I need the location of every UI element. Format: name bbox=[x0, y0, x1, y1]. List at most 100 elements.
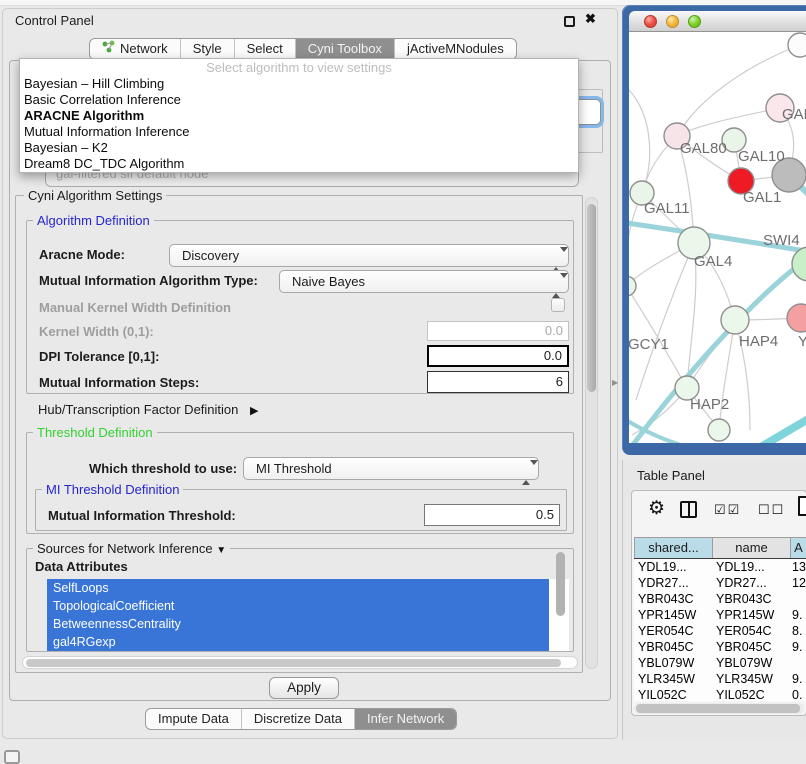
network-node-label: SWI4 bbox=[763, 232, 800, 249]
network-edge[interactable] bbox=[629, 193, 642, 286]
zoom-window-icon[interactable] bbox=[688, 15, 701, 28]
panel-splitter-handle[interactable]: ▶ bbox=[612, 378, 618, 387]
network-node[interactable] bbox=[788, 33, 806, 57]
select-all-columns-icon[interactable]: ☑☑ bbox=[714, 502, 741, 518]
tab-infer-network[interactable]: Infer Network bbox=[354, 709, 456, 729]
table-row[interactable]: YBR043CYBR043C bbox=[634, 591, 806, 607]
control-panel-tabbar: Network Style Select Cyni Toolbox jActiv… bbox=[89, 38, 517, 60]
tab-discretize-data-label: Discretize Data bbox=[254, 709, 342, 729]
network-node[interactable] bbox=[792, 247, 806, 281]
attributes-scrollbar-thumb[interactable] bbox=[556, 552, 565, 616]
bottom-tabbar: Impute Data Discretize Data Infer Networ… bbox=[145, 708, 457, 730]
aracne-mode-value: Discovery bbox=[182, 248, 239, 263]
hscrollbar-thumb[interactable] bbox=[26, 659, 561, 667]
mi-threshold-group: MI Threshold Definition Mutual Informati… bbox=[35, 489, 567, 531]
mi-type-combo[interactable]: Naive Bayes bbox=[279, 270, 569, 293]
column-header-clipped[interactable]: A bbox=[790, 538, 806, 558]
network-canvas[interactable]: GALGAL80GAL10GAL1GAL11GAL4SWI4GCY1HAP4YH… bbox=[629, 32, 806, 443]
dpi-tolerance-field[interactable]: 0.0 bbox=[427, 345, 569, 367]
network-node[interactable] bbox=[721, 306, 749, 334]
table-row[interactable]: YBL079WYBL079W bbox=[634, 655, 806, 671]
settings-group-title: Cyni Algorithm Settings bbox=[24, 188, 166, 203]
minimize-window-icon[interactable] bbox=[666, 15, 679, 28]
tab-jactivemnodules[interactable]: jActiveMNodules bbox=[394, 39, 516, 59]
tab-select-label: Select bbox=[247, 39, 283, 59]
table-cell: 9. bbox=[792, 607, 806, 623]
table-horizontal-scrollbar bbox=[634, 703, 804, 714]
sources-group-title[interactable]: Sources for Network Inference ▼ bbox=[33, 541, 230, 556]
tab-cyni-toolbox[interactable]: Cyni Toolbox bbox=[295, 39, 394, 59]
algorithm-option[interactable]: Bayesian – Hill Climbing bbox=[20, 76, 578, 92]
network-edge[interactable] bbox=[629, 90, 650, 193]
algorithm-option[interactable]: Dream8 DC_TDC Algorithm bbox=[20, 156, 578, 172]
network-node-label: HAP2 bbox=[690, 396, 729, 413]
close-window-icon[interactable] bbox=[644, 15, 657, 28]
network-edge[interactable] bbox=[742, 418, 806, 443]
collapse-arrow-icon: ▼ bbox=[216, 545, 226, 556]
tab-discretize-data[interactable]: Discretize Data bbox=[241, 709, 354, 729]
table-cell: YER054C bbox=[638, 623, 712, 639]
data-attribute-item[interactable]: BetweennessCentrality bbox=[47, 615, 549, 633]
column-header-name[interactable]: name bbox=[712, 538, 790, 558]
table-cell: YBR045C bbox=[638, 639, 712, 655]
data-attributes-header: Data Attributes bbox=[35, 559, 128, 574]
mi-steps-field[interactable]: 6 bbox=[427, 371, 569, 393]
tab-infer-network-label: Infer Network bbox=[367, 709, 444, 729]
tab-impute-data-label: Impute Data bbox=[158, 709, 229, 729]
table-cell: YLR345W bbox=[716, 671, 788, 687]
close-panel-icon[interactable]: ✖ bbox=[585, 11, 596, 27]
mi-steps-label: Mutual Information Steps: bbox=[39, 375, 199, 390]
combo-stepper-icon bbox=[552, 249, 561, 270]
algorithm-option[interactable]: Bayesian – K2 bbox=[20, 140, 578, 156]
table-row[interactable]: YDR27...YDR27...12 bbox=[634, 575, 806, 591]
hub-definition-expander[interactable]: Hub/Transcription Factor Definition ▶ bbox=[38, 402, 258, 417]
table-rows: YDL19...YDL19...13YDR27...YDR27...12YBR0… bbox=[634, 559, 806, 701]
table-row[interactable]: YER054CYER054C8. bbox=[634, 623, 806, 639]
columns-icon[interactable] bbox=[680, 501, 697, 518]
table-row[interactable]: YLR345WYLR345W9. bbox=[634, 671, 806, 687]
network-node-label: GAL80 bbox=[680, 140, 727, 157]
algorithm-option[interactable]: Mutual Information Inference bbox=[20, 124, 578, 140]
settings-horizontal-scrollbar bbox=[22, 656, 578, 669]
cyni-algorithm-settings-group: Cyni Algorithm Settings Algorithm Defini… bbox=[15, 195, 583, 673]
table-row[interactable]: YIL052CYIL052C0. bbox=[634, 687, 806, 701]
gear-icon[interactable]: ⚙ bbox=[648, 497, 665, 520]
tab-impute-data[interactable]: Impute Data bbox=[146, 709, 241, 729]
file-icon[interactable] bbox=[798, 496, 806, 516]
manual-kernel-checkbox[interactable] bbox=[551, 298, 565, 312]
table-cell: 13 bbox=[792, 559, 806, 575]
algorithm-option[interactable]: Basic Correlation Inference bbox=[20, 92, 578, 108]
which-threshold-combo[interactable]: MI Threshold bbox=[243, 457, 539, 480]
mi-threshold-title: MI Threshold Definition bbox=[42, 482, 183, 497]
vscrollbar-thumb[interactable] bbox=[587, 204, 596, 392]
network-node-label: Y bbox=[798, 333, 806, 350]
tab-select[interactable]: Select bbox=[234, 39, 295, 59]
tab-network[interactable]: Network bbox=[90, 39, 180, 59]
mi-threshold-field[interactable]: 0.5 bbox=[424, 504, 560, 526]
table-cell: YBR043C bbox=[716, 591, 788, 607]
table-row[interactable]: YDL19...YDL19...13 bbox=[634, 559, 806, 575]
tab-style[interactable]: Style bbox=[180, 39, 234, 59]
data-attribute-item[interactable]: SelfLoops bbox=[47, 579, 549, 597]
table-row[interactable]: YBR045CYBR045C9. bbox=[634, 639, 806, 655]
table-row[interactable]: YPR145WYPR145W9. bbox=[634, 607, 806, 623]
network-node[interactable] bbox=[708, 419, 730, 441]
network-view-window: GALGAL80GAL10GAL1GAL11GAL4SWI4GCY1HAP4YH… bbox=[622, 5, 806, 455]
float-panel-icon[interactable] bbox=[564, 16, 575, 27]
data-attribute-item[interactable]: gal4RGexp bbox=[47, 633, 549, 651]
network-window-titlebar[interactable] bbox=[629, 11, 806, 32]
data-attribute-item[interactable]: TopologicalCoefficient bbox=[47, 597, 549, 615]
mi-type-value: Naive Bayes bbox=[292, 274, 365, 289]
column-header-shared[interactable]: shared... bbox=[634, 538, 712, 558]
network-node[interactable] bbox=[787, 304, 806, 332]
aracne-mode-combo[interactable]: Discovery bbox=[169, 244, 569, 267]
kernel-width-field[interactable]: 0.0 bbox=[427, 321, 569, 341]
table-panel-body: ⚙ ☑☑ ☐☐ shared... name A YDL19...YDL19..… bbox=[631, 490, 806, 716]
algorithm-option[interactable]: ARACNE Algorithm bbox=[20, 108, 578, 124]
apply-button[interactable]: Apply bbox=[269, 677, 339, 699]
manual-kernel-label: Manual Kernel Width Definition bbox=[39, 300, 231, 315]
table-hscrollbar-thumb[interactable] bbox=[636, 704, 800, 713]
deselect-all-columns-icon[interactable]: ☐☐ bbox=[758, 502, 785, 518]
combo-stepper-icon bbox=[522, 462, 531, 483]
expander-arrow-icon: ▶ bbox=[250, 405, 258, 417]
